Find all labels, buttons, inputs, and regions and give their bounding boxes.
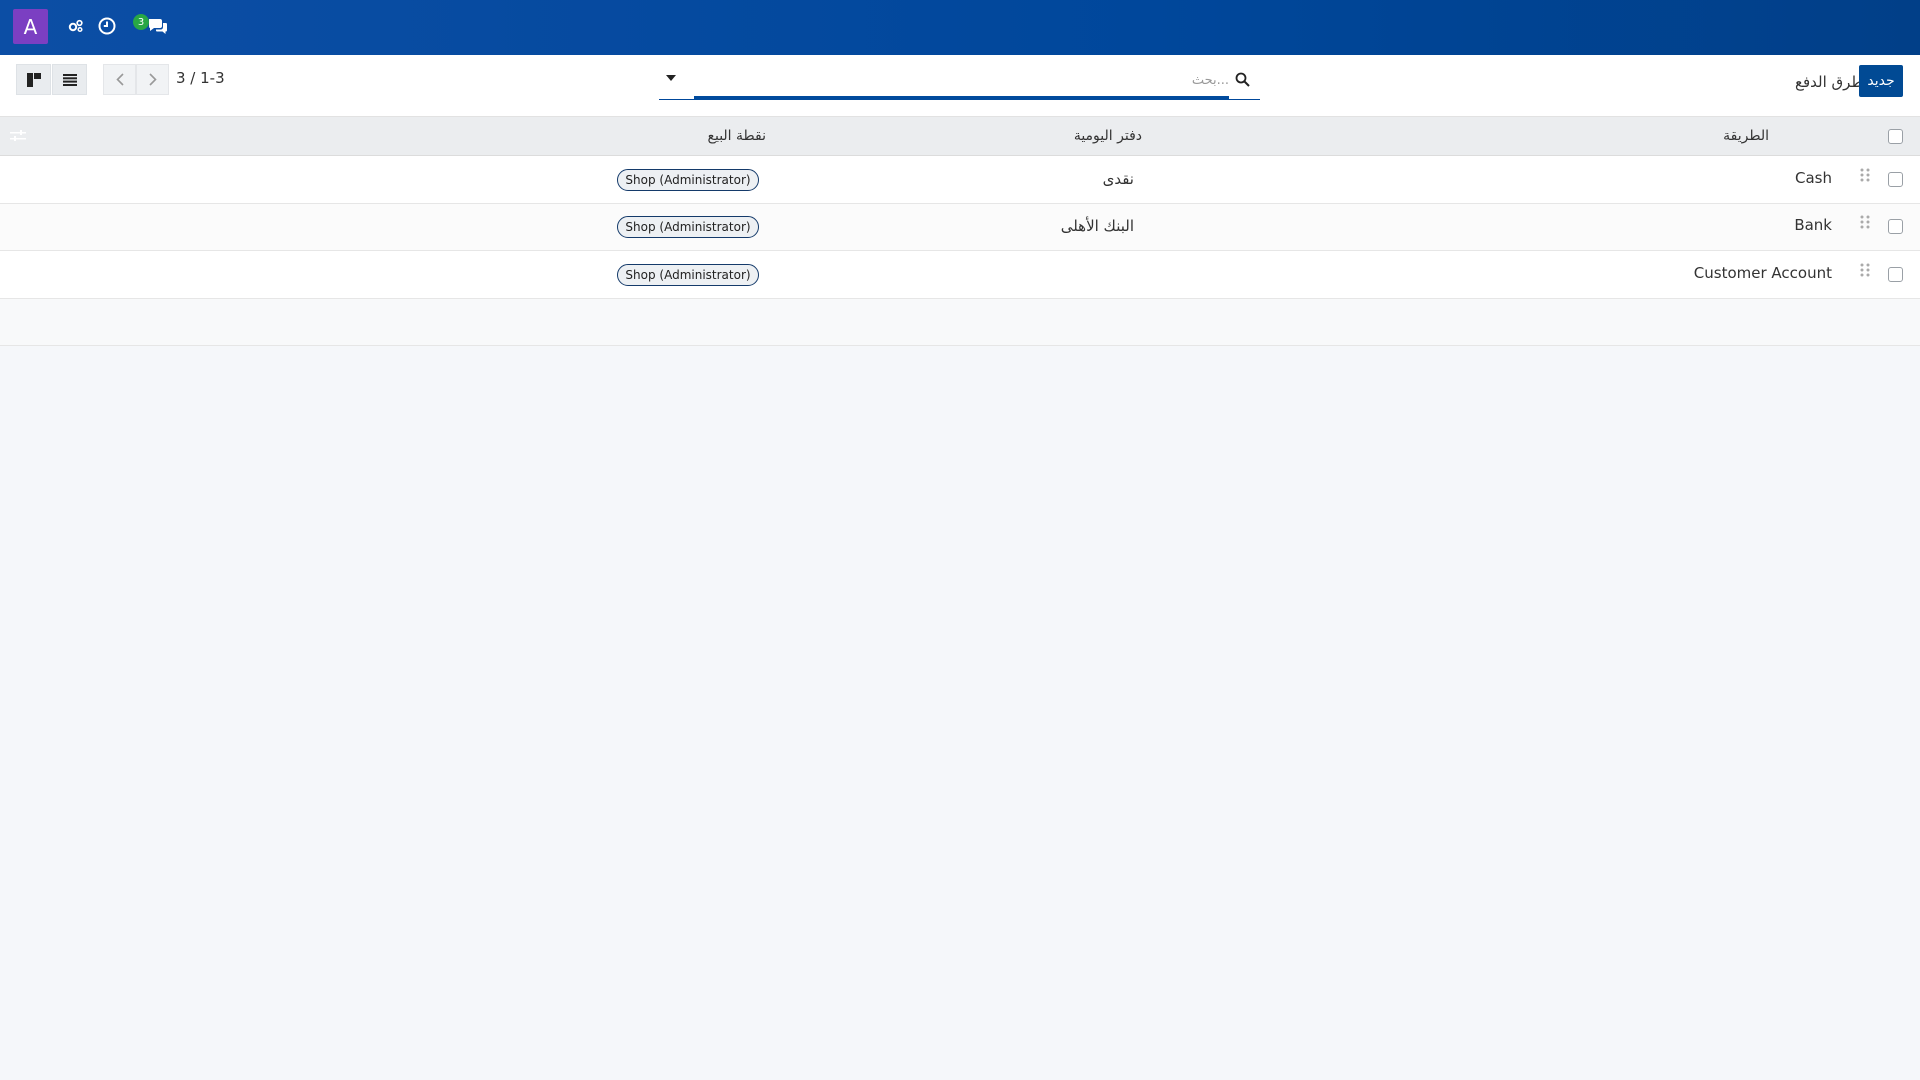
method-cell: Bank bbox=[1794, 216, 1832, 234]
column-header-journal[interactable]: دفتر اليومية bbox=[1074, 128, 1142, 144]
row-checkbox[interactable] bbox=[1888, 172, 1903, 187]
pos-tag: Shop (Administrator) bbox=[617, 169, 759, 191]
journal-cell: البنك الأهلى bbox=[1060, 217, 1134, 235]
search-icon[interactable] bbox=[1235, 72, 1251, 88]
method-cell: Customer Account bbox=[1693, 264, 1832, 282]
top-navbar: A 3 bbox=[0, 0, 1920, 55]
list-icon bbox=[62, 73, 77, 86]
search-bar bbox=[659, 62, 1260, 100]
table-row[interactable]: Shop (Administrator) البنك الأهلى Bank bbox=[0, 204, 1920, 251]
table-row[interactable]: Shop (Administrator) Customer Account bbox=[0, 251, 1920, 299]
search-focus-underline bbox=[694, 96, 1229, 100]
breadcrumb: طرق الدفع bbox=[1795, 73, 1864, 91]
drag-handle-icon[interactable] bbox=[1859, 262, 1871, 280]
drag-handle-icon[interactable] bbox=[1859, 214, 1871, 232]
new-button[interactable]: جديد bbox=[1859, 65, 1903, 97]
control-panel: 3 / 1-3 طرق الدفع جديد bbox=[0, 55, 1920, 117]
search-options-toggle[interactable] bbox=[663, 70, 679, 86]
message-count-badge: 3 bbox=[133, 14, 149, 30]
empty-row bbox=[0, 299, 1920, 346]
table-header: الطريقة دفتر اليومية نقطة البيع bbox=[0, 117, 1920, 156]
pos-tag: Shop (Administrator) bbox=[617, 264, 759, 286]
kanban-icon bbox=[26, 72, 41, 87]
column-header-pos[interactable]: نقطة البيع bbox=[708, 128, 766, 144]
method-cell: Cash bbox=[1795, 169, 1832, 187]
journal-cell: نقدى bbox=[1102, 170, 1134, 188]
pager-previous-button[interactable] bbox=[103, 64, 136, 95]
kanban-view-button[interactable] bbox=[16, 64, 51, 95]
user-avatar[interactable]: A bbox=[13, 9, 48, 44]
search-input[interactable] bbox=[694, 68, 1229, 92]
list-view-button[interactable] bbox=[52, 64, 87, 95]
column-header-method[interactable]: الطريقة bbox=[1723, 128, 1769, 144]
row-checkbox[interactable] bbox=[1888, 219, 1903, 234]
pos-tag: Shop (Administrator) bbox=[617, 216, 759, 238]
select-all-checkbox[interactable] bbox=[1888, 129, 1903, 144]
chevron-left-icon bbox=[115, 73, 124, 86]
pager-next-button[interactable] bbox=[136, 64, 169, 95]
row-checkbox[interactable] bbox=[1888, 267, 1903, 282]
chat-icon[interactable] bbox=[145, 15, 171, 37]
drag-handle-icon[interactable] bbox=[1859, 167, 1871, 185]
debug-icon[interactable] bbox=[65, 15, 87, 37]
column-settings-icon[interactable] bbox=[10, 129, 26, 143]
table-row[interactable]: Shop (Administrator) نقدى Cash bbox=[0, 156, 1920, 204]
pager-value[interactable]: 3 / 1-3 bbox=[176, 69, 225, 87]
caret-down-icon bbox=[666, 75, 676, 81]
chevron-right-icon bbox=[148, 73, 157, 86]
clock-icon[interactable] bbox=[96, 15, 118, 37]
